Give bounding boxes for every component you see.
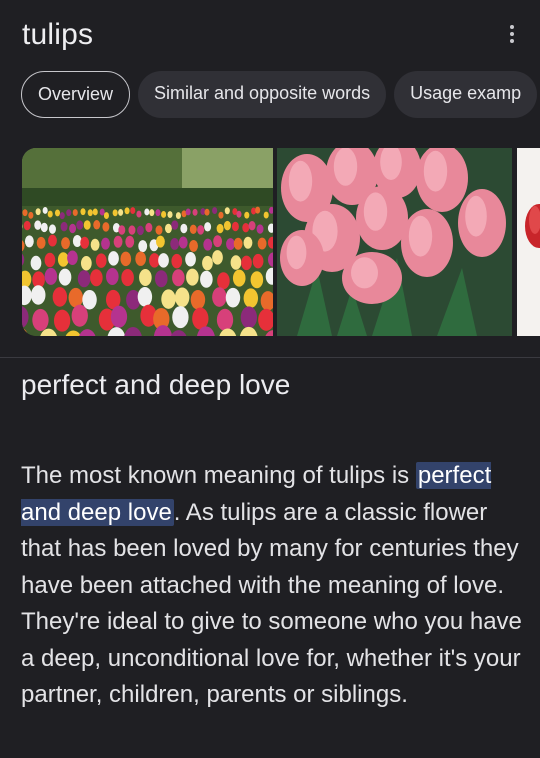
tulip-field-photo[interactable] (22, 148, 273, 336)
answer-text-before: The most known meaning of tulips is (21, 462, 416, 489)
tab-similar-opposite-words[interactable]: Similar and opposite words (138, 71, 387, 118)
divider (0, 357, 540, 358)
tab-overview[interactable]: Overview (21, 71, 131, 118)
tab-usage-examples[interactable]: Usage examp (394, 71, 538, 118)
more-options-icon[interactable] (502, 20, 522, 48)
header: tulips (22, 14, 518, 58)
tab-chips: Overview Similar and opposite words Usage … (21, 71, 540, 119)
answer-paragraph: The most known meaning of tulips is perf… (21, 458, 526, 714)
dot (510, 25, 514, 29)
page: tulips Overview Similar and opposite word… (0, 0, 540, 758)
red-tulip-photo[interactable] (517, 148, 540, 336)
dot (510, 32, 514, 36)
answer-heading: perfect and deep love (21, 369, 291, 400)
image-carousel (22, 148, 540, 336)
pink-tulips-photo[interactable] (277, 148, 512, 336)
page-title: tulips (22, 18, 94, 51)
answer-text-after: . As tulips are a classic flower that ha… (21, 498, 522, 709)
dot (510, 39, 514, 43)
